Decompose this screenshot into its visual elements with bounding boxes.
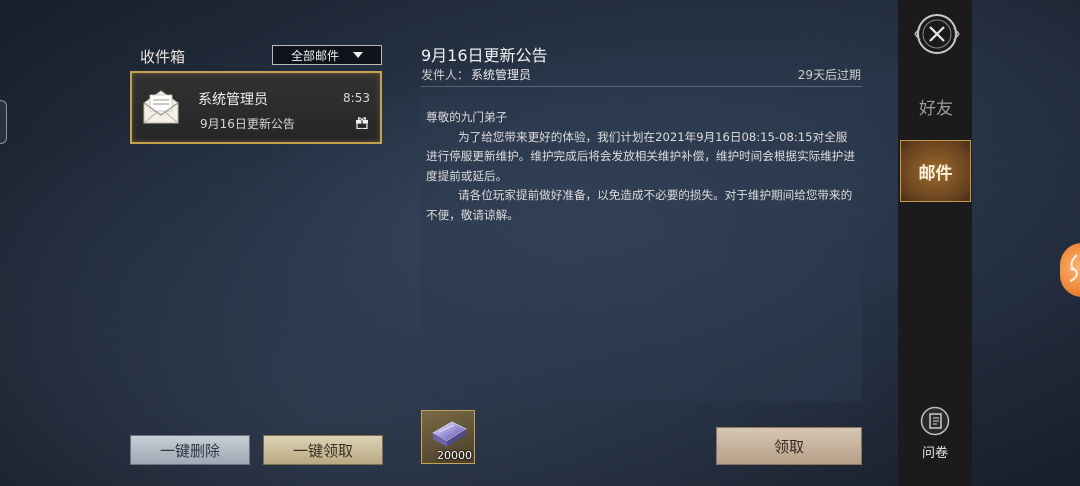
sender-label: 发件人：: [421, 68, 470, 82]
claim-button[interactable]: 领取: [716, 427, 862, 465]
chevron-down-icon: [353, 52, 363, 58]
mail-item-time: 8:53: [343, 91, 370, 105]
mail-greeting: 尊敬的九门弟子: [426, 110, 508, 124]
survey-icon[interactable]: [920, 406, 950, 436]
attachment-slot[interactable]: 20000: [421, 410, 475, 464]
tab-friends[interactable]: 好友: [901, 88, 971, 124]
left-edge-handle[interactable]: [0, 100, 7, 144]
mail-paragraph: 请各位玩家提前做好准备，以免造成不必要的损失。对于维护期间给您带来的不便，敬请谅…: [426, 188, 853, 222]
mail-filter-value: 全部邮件: [290, 48, 339, 63]
mail-paragraph: 为了给您带来更好的体验，我们计划在2021年9月16日08:15-08:15对全…: [426, 129, 855, 183]
mail-item-sender: 系统管理员: [198, 92, 268, 108]
attachment-count: 20000: [437, 449, 472, 462]
inbox-title: 收件箱: [140, 48, 186, 66]
mail-filter-dropdown[interactable]: 全部邮件: [272, 45, 382, 65]
survey-label[interactable]: 问卷: [906, 442, 964, 461]
delete-all-button[interactable]: 一键删除: [130, 435, 250, 465]
mail-item-subject: 9月16日更新公告: [200, 117, 295, 131]
close-icon[interactable]: [912, 12, 962, 56]
silver-ingot-icon: [432, 421, 467, 447]
mail-sender-line: 发件人： 系统管理员: [421, 66, 531, 83]
sender-name: 系统管理员: [471, 68, 532, 82]
mail-body: 尊敬的九门弟子 为了给您带来更好的体验，我们计划在2021年9月16日08:15…: [426, 108, 858, 225]
gift-icon: [356, 117, 368, 129]
mail-expiry: 29天后过期: [797, 68, 861, 82]
envelope-icon: [143, 90, 179, 124]
assistant-icon: [1069, 254, 1078, 282]
mail-title: 9月16日更新公告: [421, 46, 548, 65]
tab-mail[interactable]: 邮件: [900, 140, 971, 202]
mail-list-item[interactable]: 系统管理员 8:53 9月16日更新公告: [130, 71, 382, 144]
claim-all-button[interactable]: 一键领取: [263, 435, 383, 465]
header-divider: [421, 86, 862, 87]
